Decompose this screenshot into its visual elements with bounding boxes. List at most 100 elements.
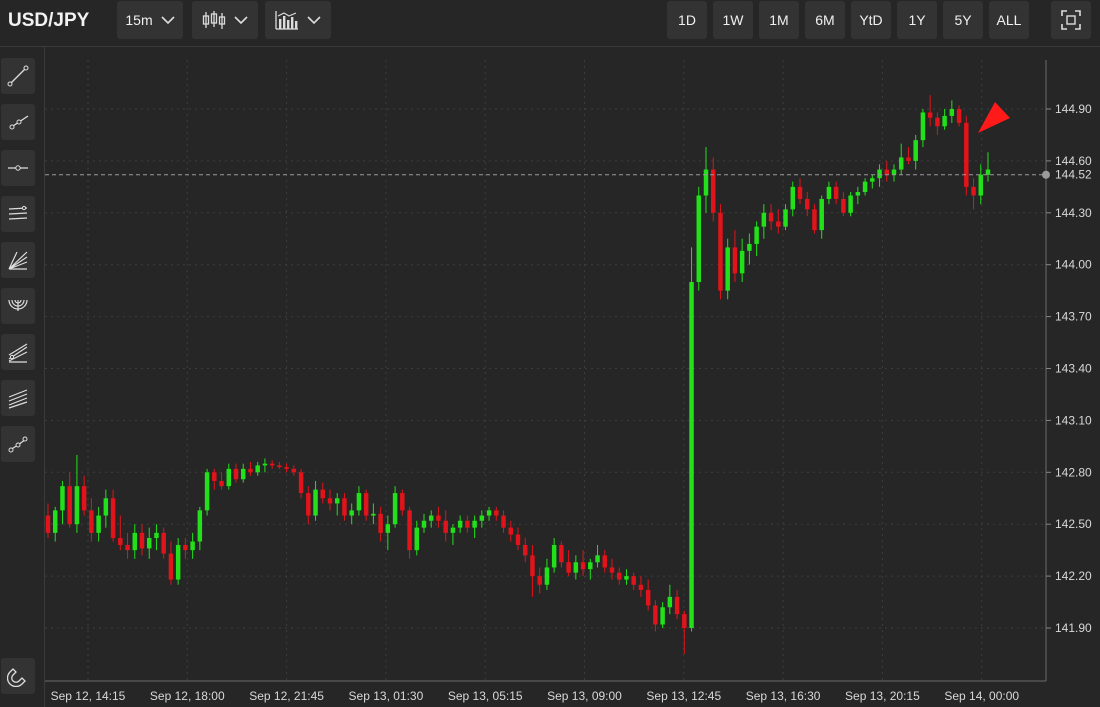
candle-body — [457, 520, 463, 528]
candle-body — [978, 174, 984, 196]
candle-body — [52, 510, 58, 533]
candle-body — [877, 169, 882, 179]
candle-body — [269, 463, 275, 466]
candle-body — [580, 562, 586, 570]
candle-body — [60, 486, 65, 511]
candle-body — [667, 596, 673, 608]
candle-body — [334, 498, 340, 504]
y-tick-label: 142.50 — [1055, 517, 1092, 531]
candle-body — [67, 486, 72, 525]
candle-body — [754, 226, 759, 244]
candle-body — [392, 493, 398, 525]
candle-body — [747, 243, 752, 251]
candle-body — [826, 186, 832, 199]
candle-body — [320, 489, 326, 499]
candle-body — [797, 186, 803, 199]
candle-body — [349, 510, 354, 516]
candle-body — [819, 198, 824, 231]
x-tick-label: Sep 12, 21:45 — [249, 689, 324, 703]
y-axis: 144.90 144.60 144.30 144.00 143.70 143.40 143.… — [1046, 102, 1092, 635]
candle-body — [168, 553, 174, 580]
candle-body — [725, 247, 730, 291]
candle-body — [219, 480, 224, 487]
y-tick-label: 143.10 — [1055, 413, 1092, 427]
candle-body — [284, 467, 289, 469]
candle-body — [204, 472, 210, 511]
candle-body — [190, 541, 195, 551]
candle-body — [631, 576, 636, 585]
candle-body — [371, 513, 376, 516]
candle-body — [645, 589, 651, 606]
candle-body — [89, 510, 94, 533]
candle-body — [949, 109, 955, 116]
last-price-dot — [1042, 170, 1050, 179]
y-tick-label: 144.30 — [1055, 206, 1092, 220]
candle-body — [45, 515, 51, 533]
candle-body — [935, 117, 940, 127]
candle-body — [942, 115, 947, 127]
candle-body — [870, 178, 875, 182]
candle-body — [479, 515, 485, 521]
x-tick-label: Sep 13, 12:45 — [646, 689, 721, 703]
candle-body — [175, 544, 181, 580]
candle-body — [927, 112, 933, 118]
candle-body — [710, 169, 716, 213]
candle-body — [551, 544, 557, 568]
candle-body — [465, 520, 470, 528]
candle-body — [718, 212, 723, 291]
x-tick-label: Sep 12, 18:00 — [150, 689, 225, 703]
candle-body — [161, 532, 166, 554]
candle-body — [183, 544, 188, 551]
candle-body — [682, 614, 687, 628]
candle-body — [74, 486, 80, 525]
candle-body — [96, 515, 101, 533]
last-price-label: 144.52 — [1055, 168, 1092, 182]
candle-body — [804, 198, 810, 210]
candle-body — [638, 584, 644, 590]
candle-body — [450, 527, 456, 533]
candle-body — [515, 534, 521, 545]
price-chart[interactable]: 144.90 144.60 144.30 144.00 143.70 143.40 143.… — [0, 0, 1100, 707]
x-axis: Sep 12, 14:15 Sep 12, 18:00 Sep 12, 21:45 S… — [51, 689, 1020, 703]
candle-body — [255, 465, 260, 473]
y-tick-label: 144.00 — [1055, 258, 1092, 272]
candle-body — [602, 555, 608, 568]
candle-body — [588, 562, 593, 570]
candle-body — [739, 250, 745, 274]
candle-body — [848, 195, 853, 213]
candle-body — [240, 468, 246, 480]
candle-body — [197, 510, 203, 542]
candle-body — [248, 468, 253, 473]
candle-body — [833, 186, 839, 199]
candle-up — [689, 247, 694, 632]
candle-body — [363, 493, 369, 516]
candle-body — [841, 198, 846, 213]
candle-up — [848, 192, 853, 217]
candle-body — [125, 544, 130, 551]
candle-body — [985, 169, 991, 175]
y-tick-label: 142.80 — [1055, 465, 1092, 479]
candle-body — [544, 567, 550, 585]
candle-body — [212, 472, 217, 481]
candle-body — [609, 567, 615, 573]
candle-body — [233, 468, 239, 480]
candle-body — [689, 282, 694, 628]
candle-body — [154, 532, 159, 539]
candle-body — [414, 527, 420, 551]
candle-down — [718, 204, 723, 300]
candle-body — [862, 181, 868, 193]
y-tick-label: 142.20 — [1055, 569, 1092, 583]
x-tick-label: Sep 14, 00:00 — [944, 689, 1019, 703]
candle-body — [884, 169, 890, 175]
candle-body — [653, 605, 658, 625]
candle-body — [898, 157, 904, 170]
candle-body — [790, 186, 796, 210]
candle-body — [660, 607, 665, 625]
candle-down — [964, 115, 969, 196]
candle-body — [421, 520, 427, 528]
candle-body — [855, 192, 861, 196]
candle-body — [559, 544, 564, 563]
y-tick-label: 144.90 — [1055, 102, 1092, 116]
x-tick-label: Sep 13, 05:15 — [448, 689, 523, 703]
candle-body — [313, 489, 318, 516]
